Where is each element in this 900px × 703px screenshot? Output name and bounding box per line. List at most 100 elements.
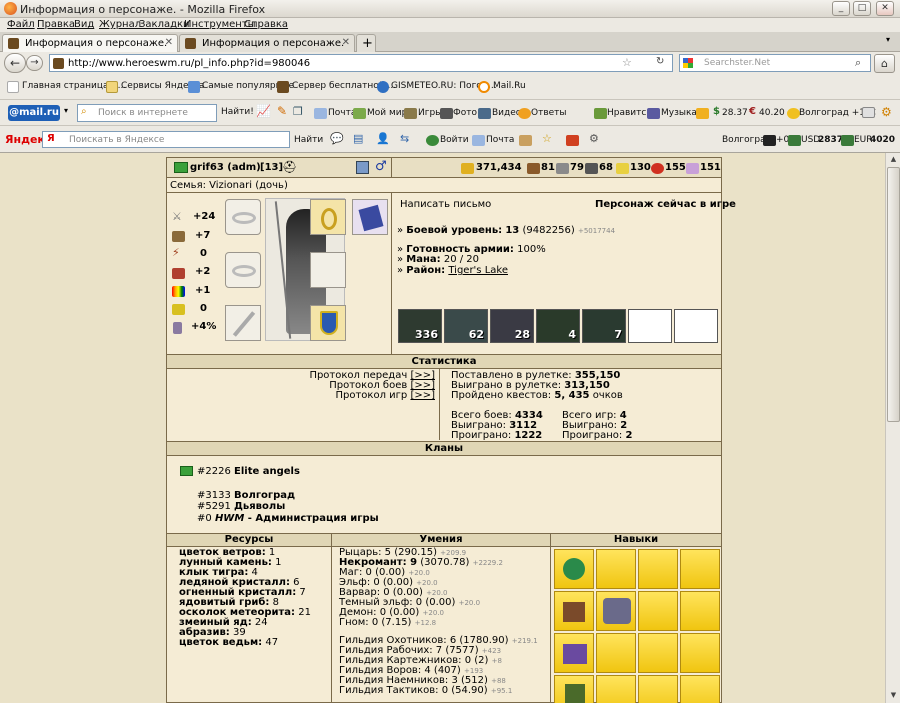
yandex-find-button[interactable]: Найти	[294, 135, 323, 145]
talent-slot[interactable]	[596, 591, 636, 631]
user-icon[interactable]: 👤	[376, 132, 390, 145]
mailbar-like[interactable]: Нравится	[607, 108, 652, 118]
ring-slot-2[interactable]	[225, 252, 261, 288]
yandex-search-input[interactable]: Я Поискать в Яндексе	[42, 131, 290, 148]
clan-admin[interactable]: #0 HWM - Администрация игры	[197, 513, 379, 524]
empty-slot[interactable]	[310, 252, 346, 288]
search-engine-icon[interactable]	[683, 58, 693, 68]
close-tab-icon[interactable]: ✕	[165, 37, 173, 48]
clan-volgograd[interactable]: #3133 Волгоград	[197, 490, 295, 501]
book-icon	[172, 268, 185, 279]
mailru-find-button[interactable]: Найти!	[221, 107, 254, 117]
star-icon[interactable]: ☆	[542, 132, 552, 145]
book-slot[interactable]	[352, 199, 388, 235]
gear-icon[interactable]: ⚙	[881, 105, 892, 119]
gear-icon[interactable]: ⚙	[589, 132, 599, 145]
menu-history[interactable]: Журнал	[99, 19, 141, 30]
army-unit[interactable]: 336	[398, 309, 442, 343]
mailbar-myworld[interactable]: Мой мир	[367, 108, 407, 118]
bookmark-mailru[interactable]: Mail.Ru	[493, 81, 526, 91]
translate-icon[interactable]: ⇆	[400, 132, 409, 145]
yandex-toolbar: Яндекс ▾ Я Поискать в Яндексе Найти 💬 ▤ …	[0, 125, 900, 153]
talent-slot-empty	[680, 549, 720, 589]
protocol-games-link[interactable]: [>>]	[410, 390, 435, 401]
site-favicon	[8, 38, 19, 49]
quests-completed: Пройдено квестов: 5, 435 очков	[451, 390, 623, 401]
talent-slot[interactable]	[554, 591, 594, 631]
mail-icon[interactable]	[356, 161, 369, 174]
crystal-icon	[651, 163, 664, 174]
mailru-search-input[interactable]: ⌕ Поиск в интернете	[77, 104, 217, 122]
pencil-icon[interactable]: ✎	[277, 104, 287, 118]
yandex-mail-button[interactable]: Почта	[486, 135, 514, 145]
army-unit[interactable]: 28	[490, 309, 534, 343]
menu-view[interactable]: Вид	[74, 19, 94, 30]
back-button[interactable]: ←	[4, 53, 26, 73]
tab-inactive[interactable]: Информация о персонаже. ✕	[179, 34, 355, 52]
mailbar-music[interactable]: Музыка	[661, 108, 697, 118]
game-icon[interactable]	[696, 108, 709, 119]
menu-file[interactable]: Файл	[7, 19, 35, 30]
menu-bookmarks[interactable]: Закладки	[139, 19, 190, 30]
talent-slot[interactable]	[554, 675, 594, 703]
scrollbar-thumb[interactable]	[887, 167, 900, 422]
close-tab-icon[interactable]: ✕	[342, 37, 350, 48]
scroll-up-icon[interactable]: ▲	[887, 153, 900, 166]
clan-elite-angels[interactable]: #2226 Elite angels	[197, 466, 300, 477]
district-link[interactable]: Tiger's Lake	[448, 265, 508, 276]
mailbar-photo[interactable]: Фото	[453, 108, 477, 118]
talent-slot[interactable]	[554, 633, 594, 673]
menu-edit[interactable]: Правка	[37, 19, 75, 30]
chart-icon[interactable]: 📈	[256, 104, 271, 118]
maximize-button[interactable]: □	[853, 1, 871, 16]
tab-active[interactable]: Информация о персонаже. ✕	[2, 34, 178, 52]
scroll-down-icon[interactable]: ▼	[887, 689, 900, 702]
shield-icon[interactable]	[566, 135, 579, 146]
star-icon[interactable]: ☆	[622, 56, 632, 69]
mailbar-answers[interactable]: Ответы	[531, 108, 567, 118]
online-status: Персонаж сейчас в игре	[595, 199, 736, 210]
army-unit[interactable]: 7	[582, 309, 626, 343]
ring-slot[interactable]	[225, 199, 261, 235]
write-letter-link[interactable]: Написать письмо	[400, 199, 491, 210]
url-bar[interactable]: http://www.heroeswm.ru/pl_info.php?id=98…	[49, 54, 673, 72]
chat-icon[interactable]: 💬	[330, 132, 344, 145]
character-info-panel: grif63 (adm) [13] ⛑ ♂ 371,434 81 79 68 1…	[166, 157, 736, 703]
reload-icon[interactable]: ↻	[656, 56, 664, 67]
page-icon[interactable]: ❐	[293, 105, 303, 118]
mailru-logo[interactable]: @mail.ru	[8, 105, 60, 121]
army-unit[interactable]: 62	[444, 309, 488, 343]
statistics-header: Статистика	[167, 354, 721, 369]
chevron-down-icon[interactable]: ▾	[64, 106, 68, 115]
window-titlebar: Информация о персонаже. - Mozilla Firefo…	[0, 0, 900, 18]
res-gold: 371,434	[476, 162, 522, 173]
box-icon[interactable]	[519, 135, 532, 146]
talent-slot-empty	[638, 549, 678, 589]
traffic-icon	[763, 135, 776, 146]
tab-list-icon[interactable]: ▾	[886, 35, 890, 44]
amulet-slot[interactable]	[310, 199, 346, 235]
new-tab-button[interactable]: +	[356, 34, 376, 52]
shield-slot[interactable]	[310, 305, 346, 341]
stats-icon[interactable]: ▤	[353, 132, 363, 145]
vertical-scrollbar[interactable]: ▲ ▼	[885, 153, 900, 703]
euro-icon: €	[749, 106, 756, 117]
weapon-slot[interactable]	[225, 305, 261, 341]
home-button[interactable]: ⌂	[874, 54, 895, 73]
search-input[interactable]: Searchster.Net ⌕	[679, 54, 871, 72]
mailbar-games[interactable]: Игры	[418, 108, 442, 118]
mailbar-video[interactable]: Видео	[492, 108, 521, 118]
image-icon[interactable]	[862, 107, 875, 118]
army-unit[interactable]: 4	[536, 309, 580, 343]
close-button[interactable]: ✕	[876, 1, 894, 16]
menu-help[interactable]: Справка	[244, 19, 288, 30]
yandex-login-button[interactable]: Войти	[440, 135, 469, 145]
mail-icon	[472, 135, 485, 146]
talent-slot[interactable]	[554, 549, 594, 589]
forward-button[interactable]: →	[26, 55, 43, 71]
minimize-button[interactable]: _	[832, 1, 850, 16]
player-name[interactable]: grif63 (adm)	[190, 162, 261, 173]
res-mercury: 68	[599, 162, 613, 173]
clan-devils[interactable]: #5291 Дьяволы	[197, 501, 285, 512]
search-icon[interactable]: ⌕	[855, 56, 861, 70]
